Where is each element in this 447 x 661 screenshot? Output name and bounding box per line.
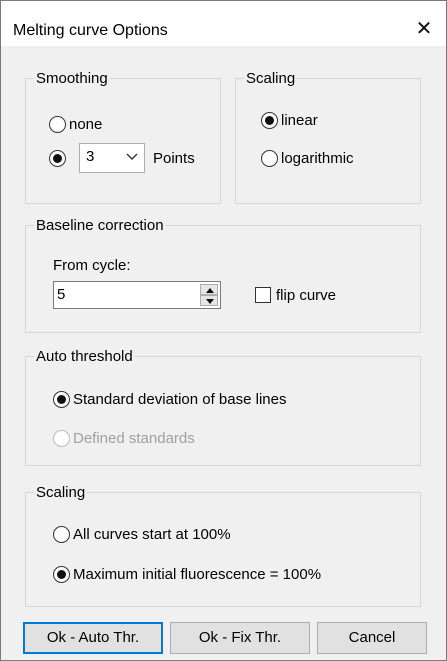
all-start-radio[interactable]: [53, 526, 70, 543]
scaling-linear-radio[interactable]: [261, 112, 278, 129]
dialog-title: Melting curve Options: [13, 22, 168, 39]
smoothing-points-radio[interactable]: [49, 150, 66, 167]
title-bar: Melting curve Options ✕: [1, 1, 446, 46]
scaling-group: Scaling: [235, 69, 421, 204]
scaling-logarithmic-label: logarithmic: [281, 150, 354, 167]
ok-fix-threshold-button[interactable]: Ok - Fix Thr.: [170, 622, 310, 654]
from-cycle-spinbox[interactable]: 5: [53, 281, 221, 309]
defined-standards-label: Defined standards: [73, 430, 195, 447]
smoothing-points-value: 3: [86, 148, 95, 165]
baseline-correction-group: Baseline correction: [25, 216, 421, 333]
auto-threshold-group: Auto threshold: [25, 347, 421, 466]
smoothing-none-radio[interactable]: [49, 116, 66, 133]
max-initial-label: Maximum initial fluorescence = 100%: [73, 566, 322, 583]
curve-scaling-legend: Scaling: [34, 483, 88, 503]
std-dev-radio[interactable]: [53, 391, 70, 408]
scaling-legend: Scaling: [244, 69, 298, 89]
defined-standards-radio: [53, 430, 70, 447]
close-icon[interactable]: ✕: [402, 9, 446, 49]
melting-curve-options-dialog: Melting curve Options ✕ Smoothing none 3…: [0, 0, 447, 661]
flip-curve-label: flip curve: [276, 287, 337, 304]
scaling-linear-label: linear: [281, 112, 318, 129]
std-dev-label: Standard deviation of base lines: [73, 391, 287, 408]
chevron-down-icon: [126, 146, 138, 171]
scaling-logarithmic-radio[interactable]: [261, 150, 278, 167]
ok-auto-threshold-button[interactable]: Ok - Auto Thr.: [23, 622, 163, 654]
smoothing-legend: Smoothing: [34, 69, 110, 89]
smoothing-none-label: none: [69, 116, 103, 133]
baseline-correction-legend: Baseline correction: [34, 216, 166, 236]
triangle-up-icon[interactable]: [200, 284, 218, 295]
all-start-label: All curves start at 100%: [73, 526, 231, 543]
flip-curve-checkbox[interactable]: [255, 287, 271, 303]
smoothing-group: Smoothing: [25, 69, 221, 204]
max-initial-radio[interactable]: [53, 566, 70, 583]
from-cycle-label: From cycle:: [53, 257, 131, 274]
smoothing-points-label: Points: [153, 150, 195, 167]
curve-scaling-group: Scaling: [25, 483, 421, 607]
from-cycle-value: 5: [57, 286, 66, 303]
cancel-button[interactable]: Cancel: [317, 622, 427, 654]
smoothing-points-select[interactable]: 3: [79, 143, 145, 173]
triangle-down-icon[interactable]: [200, 295, 218, 306]
auto-threshold-legend: Auto threshold: [34, 347, 135, 367]
spin-buttons: [200, 284, 218, 306]
